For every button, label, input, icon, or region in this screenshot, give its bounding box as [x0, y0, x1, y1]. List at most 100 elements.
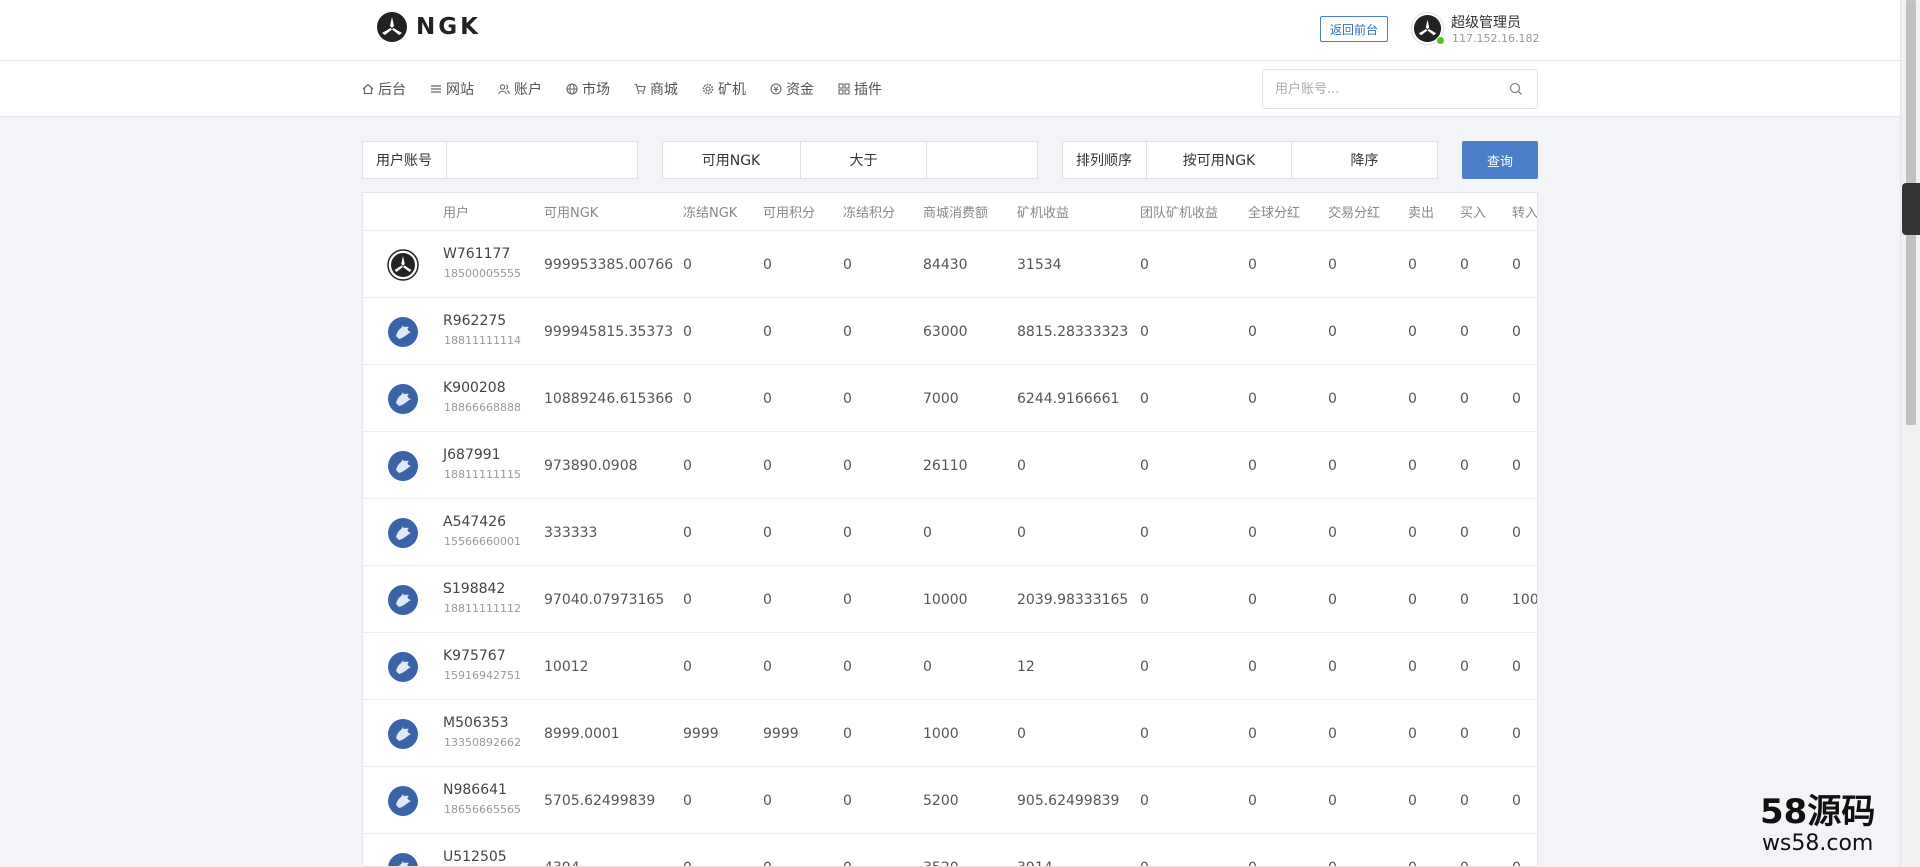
nav-item-accounts[interactable]: 账户: [498, 79, 542, 99]
table-cell: 0: [1512, 725, 1521, 742]
online-status-icon: [1436, 36, 1445, 45]
table-cell: 0: [1408, 323, 1417, 340]
table-cell: 0: [1460, 834, 1469, 867]
search-icon[interactable]: [1509, 82, 1523, 96]
column-header[interactable]: 卖出: [1408, 193, 1434, 230]
table-cell: 0: [1512, 792, 1521, 809]
column-header[interactable]: 冻结积分: [843, 193, 895, 230]
column-header[interactable]: 买入: [1460, 193, 1486, 230]
user-phone: 18500005555: [444, 267, 521, 280]
column-header[interactable]: 转入: [1512, 193, 1537, 230]
threshold-input[interactable]: [928, 142, 1036, 178]
table-cell: 0: [1248, 792, 1257, 809]
table-cell: 0: [683, 390, 692, 407]
table-cell: 0: [1328, 725, 1337, 742]
table-cell: 0: [1512, 323, 1521, 340]
table-cell: 0: [1140, 323, 1149, 340]
table-row[interactable]: R962275 18811111114 999945815.35373 0 0 0 6300…: [363, 298, 1537, 365]
column-header[interactable]: 全球分红: [1248, 193, 1300, 230]
nav-label: 矿机: [718, 82, 746, 98]
user-account-id[interactable]: M506353: [443, 715, 509, 731]
table-cell: 0: [1248, 524, 1257, 541]
table-cell: 0: [1460, 323, 1469, 340]
globe-icon: [566, 83, 578, 95]
account-filter-input[interactable]: [448, 142, 636, 178]
table-cell: 0: [1328, 591, 1337, 608]
table-cell: 0: [843, 390, 852, 407]
column-header[interactable]: 冻结NGK: [683, 193, 737, 230]
nav-item-funds[interactable]: 资金: [770, 79, 814, 99]
table-cell: 0: [1408, 658, 1417, 675]
table-cell: 0: [1460, 524, 1469, 541]
column-header[interactable]: 可用NGK: [544, 193, 598, 230]
nav-item-website[interactable]: 网站: [430, 79, 474, 99]
table-cell: 0: [1408, 834, 1417, 867]
logo[interactable]: NGK: [376, 11, 481, 43]
column-header[interactable]: 用户: [443, 193, 469, 230]
table-cell: 0: [1512, 524, 1521, 541]
admin-name[interactable]: 超级管理员: [1451, 12, 1521, 32]
table-row[interactable]: K975767 15916942751 10012 0 0 0 0 12 0 0 0 0 0 0: [363, 633, 1537, 700]
user-account-id[interactable]: A547426: [443, 514, 506, 530]
table-cell: 0: [763, 792, 772, 809]
user-account-id[interactable]: R962275: [443, 313, 506, 329]
table-row[interactable]: A547426 15566660001 333333 0 0 0 0 0 0 0 0 0 0 0: [363, 499, 1537, 566]
table-cell: 0: [1140, 591, 1149, 608]
table-cell: 0: [1140, 658, 1149, 675]
user-account-id[interactable]: S198842: [443, 581, 505, 597]
table-row[interactable]: S198842 18811111112 97040.07973165 0 0 0 10000…: [363, 566, 1537, 633]
watermark-line2: ws58.com: [1761, 831, 1874, 856]
logo-text: NGK: [416, 14, 481, 40]
nav-item-plugins[interactable]: 插件: [838, 79, 882, 99]
table-cell: 10889246.615366: [544, 390, 674, 407]
nav-item-dashboard[interactable]: 后台: [362, 79, 406, 99]
user-account-id[interactable]: N986641: [443, 782, 507, 798]
user-account-id[interactable]: W761177: [443, 246, 510, 262]
nav-items: 后台 网站 账户 市场 商城 矿机 资金 插件: [362, 61, 906, 117]
page-scrollbar[interactable]: [1900, 0, 1920, 867]
user-search-input[interactable]: [1263, 81, 1509, 97]
table-cell: 0: [683, 524, 692, 541]
table-cell: 0: [683, 834, 692, 867]
query-button[interactable]: 查询: [1462, 141, 1538, 179]
side-panel-handle[interactable]: [1902, 183, 1920, 235]
table-row[interactable]: M506353 13350892662 8999.0001 9999 9999 0 1000…: [363, 700, 1537, 767]
user-account-id[interactable]: U512505: [443, 849, 507, 865]
table-cell: 0: [1408, 524, 1417, 541]
table-cell: 0: [1140, 524, 1149, 541]
table-cell: 5705.62499839: [544, 792, 656, 809]
table-row[interactable]: W761177 18500005555 999953385.00766 0 0 0 8443…: [363, 231, 1537, 298]
back-to-frontend-button[interactable]: 返回前台: [1320, 16, 1388, 42]
table-cell: 0: [1140, 256, 1149, 273]
table-cell: 0: [1248, 834, 1257, 867]
user-account-id[interactable]: K900208: [443, 380, 506, 396]
column-header[interactable]: 交易分红: [1328, 193, 1380, 230]
table-cell: 0: [1328, 457, 1337, 474]
sort-direction-select[interactable]: 降序: [1292, 141, 1437, 179]
user-table: 用户 可用NGK 冻结NGK 可用积分 冻结积分 商城消费额 矿机收益 团队矿机…: [362, 192, 1538, 867]
table-cell: 9999: [683, 725, 719, 742]
admin-ip: 117.152.16.182: [1452, 32, 1540, 45]
column-header[interactable]: 商城消费额: [923, 193, 988, 230]
field-select[interactable]: 可用NGK: [662, 141, 800, 179]
user-account-id[interactable]: J687991: [443, 447, 501, 463]
column-header[interactable]: 团队矿机收益: [1140, 193, 1218, 230]
nav-label: 市场: [582, 82, 610, 98]
table-row[interactable]: K900208 18866668888 10889246.615366 0 0 0 7000…: [363, 365, 1537, 432]
nav-item-miner[interactable]: 矿机: [702, 79, 746, 99]
operator-select[interactable]: 大于: [801, 141, 926, 179]
nav-item-market[interactable]: 市场: [566, 79, 610, 99]
nav-item-mall[interactable]: 商城: [634, 79, 678, 99]
table-row[interactable]: U512505 4394 0 0 0 3520 3914 0 0 0 0 0 0: [363, 834, 1537, 867]
column-header[interactable]: 可用积分: [763, 193, 815, 230]
table-row[interactable]: J687991 18811111115 973890.0908 0 0 0 26110 0 0 0…: [363, 432, 1537, 499]
table-cell: 0: [1460, 457, 1469, 474]
column-header[interactable]: 矿机收益: [1017, 193, 1069, 230]
sort-field-select[interactable]: 按可用NGK: [1147, 141, 1291, 179]
table-cell: 0: [1408, 725, 1417, 742]
table-cell: 0: [763, 457, 772, 474]
user-account-id[interactable]: K975767: [443, 648, 506, 664]
table-row[interactable]: N986641 18656665565 5705.62499839 0 0 0 5200 90…: [363, 767, 1537, 834]
table-cell: 63000: [923, 323, 968, 340]
table-cell: 0: [1140, 725, 1149, 742]
